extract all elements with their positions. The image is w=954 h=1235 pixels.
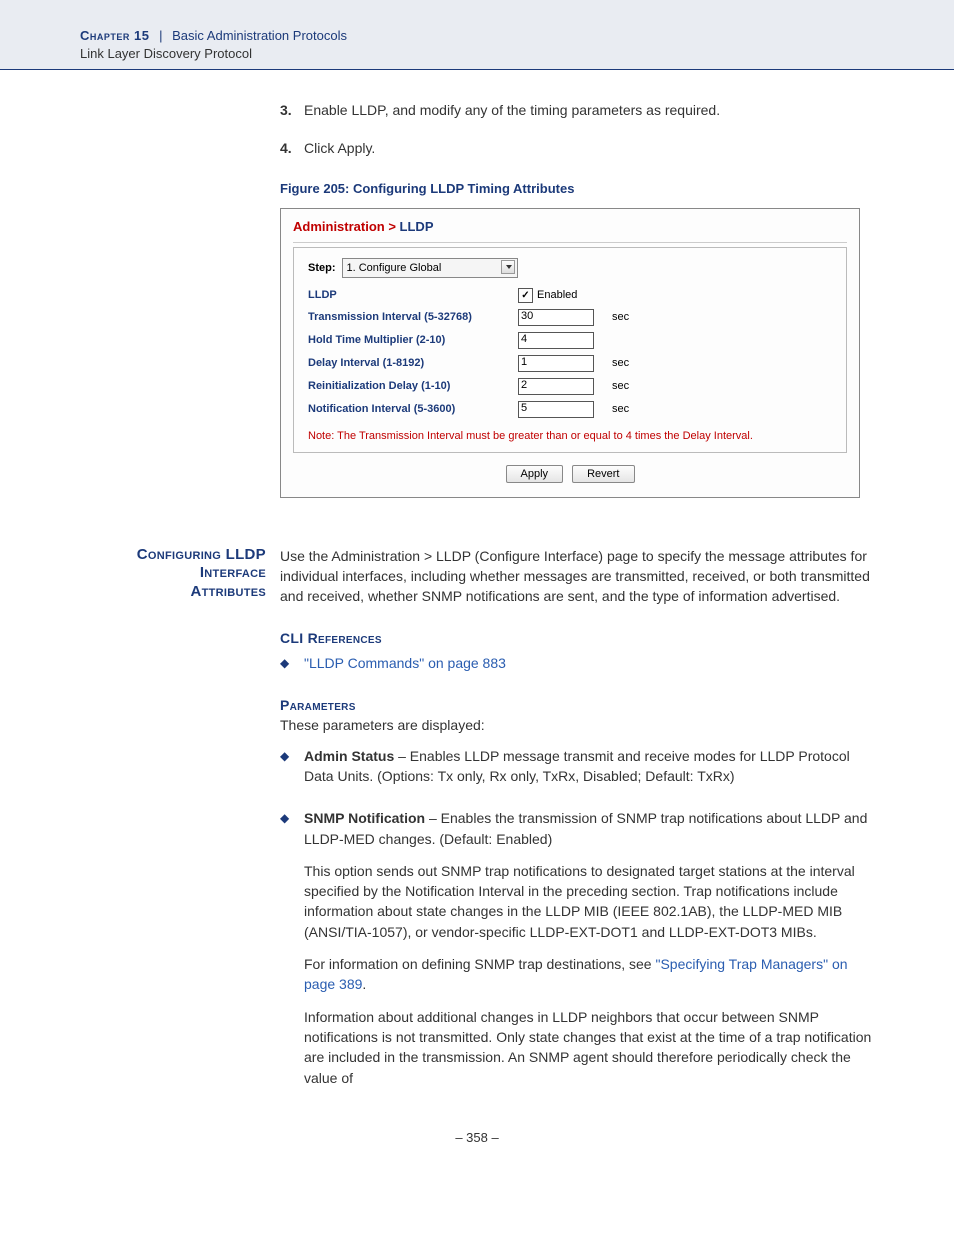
step-text: Click Apply. — [304, 138, 375, 158]
bullet-icon: ◆ — [280, 653, 304, 673]
hold-time-multiplier-input[interactable]: 4 — [518, 332, 594, 349]
bullet-icon: ◆ — [280, 808, 304, 1100]
step-label: Step: — [308, 262, 336, 274]
apply-button[interactable]: Apply — [506, 465, 564, 483]
chapter-label: Chapter 15 — [80, 28, 149, 43]
side-title-line2: Interface — [200, 564, 266, 581]
reinit-delay-input[interactable]: 2 — [518, 378, 594, 395]
step-number: 4. — [280, 138, 304, 158]
page-number: – 358 – — [80, 1130, 874, 1145]
figure-panel: Administration > LLDP Step: 1. Configure… — [280, 208, 860, 498]
section-body: Use the Administration > LLDP (Configure… — [280, 546, 874, 1100]
breadcrumb-leaf: LLDP — [396, 219, 434, 234]
admin-status-item: Admin Status – Enables LLDP message tran… — [304, 746, 874, 799]
lldp-label: LLDP — [308, 289, 518, 301]
step-number: 3. — [280, 100, 304, 120]
cli-commands-link[interactable]: "LLDP Commands" on page 883 — [304, 655, 506, 671]
step-text: Enable LLDP, and modify any of the timin… — [304, 100, 720, 120]
delay-interval-input[interactable]: 1 — [518, 355, 594, 372]
bullet-icon: ◆ — [280, 746, 304, 799]
parameters-intro: These parameters are displayed: — [280, 715, 874, 735]
step-4: 4. Click Apply. — [280, 138, 874, 158]
snmp-notification-item: SNMP Notification – Enables the transmis… — [304, 808, 874, 1100]
unit-sec: sec — [612, 380, 629, 392]
section-intro: Use the Administration > LLDP (Configure… — [280, 546, 874, 607]
unit-sec: sec — [612, 403, 629, 415]
snmp-paragraph-3: For information on defining SNMP trap de… — [304, 954, 874, 995]
step-select[interactable]: 1. Configure Global — [342, 258, 518, 278]
snmp-notification-label: SNMP Notification — [304, 810, 425, 826]
unit-sec: sec — [612, 311, 629, 323]
figure-caption: Figure 205: Configuring LLDP Timing Attr… — [280, 181, 874, 196]
notification-interval-label: Notification Interval (5-3600) — [308, 403, 518, 415]
chevron-down-icon — [506, 265, 512, 269]
transmission-interval-label: Transmission Interval (5-32768) — [308, 311, 518, 323]
admin-status-label: Admin Status — [304, 748, 394, 764]
snmp-paragraph-2: This option sends out SNMP trap notifica… — [304, 861, 874, 942]
notification-interval-input[interactable]: 5 — [518, 401, 594, 418]
side-title-line1: Configuring LLDP — [137, 546, 266, 563]
step-3: 3. Enable LLDP, and modify any of the ti… — [280, 100, 874, 120]
side-title-line3: Attributes — [190, 583, 266, 600]
enabled-text: Enabled — [537, 289, 577, 301]
cli-references-heading: CLI References — [280, 628, 874, 648]
hold-time-multiplier-label: Hold Time Multiplier (2-10) — [308, 334, 518, 346]
form-note: Note: The Transmission Interval must be … — [308, 430, 832, 442]
reinit-delay-label: Reinitialization Delay (1-10) — [308, 380, 518, 392]
unit-sec: sec — [612, 357, 629, 369]
page-header: Chapter 15 | Basic Administration Protoc… — [0, 0, 954, 70]
section-side-title: Configuring LLDP Interface Attributes — [80, 546, 266, 1100]
step-select-value: 1. Configure Global — [347, 262, 442, 274]
snmp-paragraph-4: Information about additional changes in … — [304, 1007, 874, 1088]
breadcrumb-root: Administration > — [293, 219, 396, 234]
parameters-heading: Parameters — [280, 695, 874, 715]
delay-interval-label: Delay Interval (1-8192) — [308, 357, 518, 369]
transmission-interval-input[interactable]: 30 — [518, 309, 594, 326]
revert-button[interactable]: Revert — [572, 465, 634, 483]
subsection-title: Link Layer Discovery Protocol — [80, 46, 874, 61]
separator: | — [159, 28, 162, 43]
section-title: Basic Administration Protocols — [172, 28, 347, 43]
breadcrumb: Administration > LLDP — [293, 217, 847, 243]
lldp-enabled-checkbox[interactable]: ✓ — [518, 288, 533, 303]
config-form: Step: 1. Configure Global LLDP ✓ Enabled… — [293, 247, 847, 453]
